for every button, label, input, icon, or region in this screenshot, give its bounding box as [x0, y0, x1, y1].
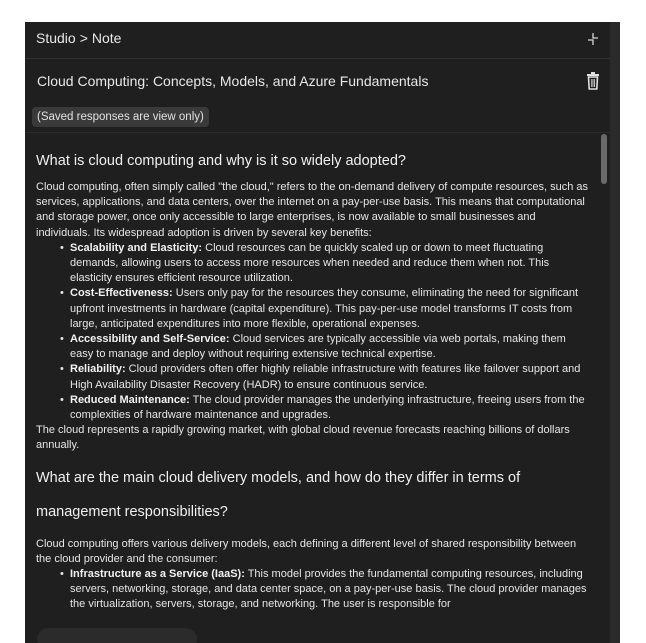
- trash-icon: [587, 72, 599, 90]
- list-item-label: Accessibility and Self-Service:: [70, 333, 230, 346]
- list-item: • Reduced Maintenance: The cloud provider…: [60, 393, 588, 423]
- bullet-icon: •: [60, 241, 64, 254]
- bullet-icon: •: [60, 333, 64, 346]
- list-item-label: Reduced Maintenance:: [70, 393, 190, 406]
- list-item-label: Cost-Effectiveness:: [70, 287, 173, 300]
- bottom-bar: [25, 622, 610, 643]
- section-paragraph: Cloud computing, often simply called "th…: [36, 181, 588, 239]
- delivery-models-list: • Infrastructure as a Service (IaaS): Thi…: [36, 567, 588, 613]
- note-panel: Studio > Note Cloud Computing: Concepts, M…: [25, 22, 610, 643]
- bullet-icon: •: [60, 287, 64, 300]
- list-item-label: Infrastructure as a Service (IaaS):: [70, 568, 245, 581]
- list-item-label: Scalability and Elasticity:: [70, 241, 203, 254]
- section-paragraph: The cloud represents a rapidly growing m…: [36, 424, 570, 452]
- breadcrumb-separator: >: [79, 30, 88, 46]
- note-content[interactable]: What is cloud computing and why is it so…: [25, 132, 610, 623]
- list-item: • Infrastructure as a Service (IaaS): Thi…: [60, 567, 588, 613]
- bullet-icon: •: [60, 363, 64, 376]
- breadcrumb-current: Note: [91, 30, 122, 46]
- bullet-icon: •: [60, 393, 64, 406]
- delete-note-button[interactable]: [584, 71, 602, 91]
- scrollbar-thumb[interactable]: [601, 134, 607, 184]
- benefits-list: • Scalability and Elasticity: Cloud resou…: [36, 241, 588, 423]
- list-item: • Scalability and Elasticity: Cloud resou…: [60, 241, 588, 287]
- section-paragraph: Cloud computing offers various delivery …: [36, 537, 577, 565]
- bullet-icon: •: [60, 568, 64, 581]
- side-rail: [610, 22, 620, 643]
- bottom-action-pill[interactable]: [37, 628, 197, 643]
- note-header: Cloud Computing: Concepts, Models, and A…: [25, 59, 610, 104]
- collapse-button[interactable]: [584, 30, 602, 48]
- breadcrumb-bar: Studio > Note: [25, 22, 610, 58]
- list-item: • Cost-Effectiveness: Users only pay for …: [60, 286, 588, 332]
- note-title: Cloud Computing: Concepts, Models, and A…: [37, 73, 429, 89]
- list-item-label: Reliability:: [70, 363, 126, 376]
- list-item: • Reliability: Cloud providers often offe…: [60, 362, 588, 392]
- collapse-content-icon: [588, 33, 598, 45]
- section-heading: What is cloud computing and why is it so…: [36, 153, 406, 169]
- content-scrollbar[interactable]: [598, 132, 610, 622]
- breadcrumb-studio-link[interactable]: Studio: [36, 30, 76, 46]
- section-heading: What are the main cloud delivery models,…: [36, 469, 521, 520]
- list-item-text: Cloud providers often offer highly relia…: [70, 363, 581, 391]
- note-body: What is cloud computing and why is it so…: [36, 151, 588, 613]
- saved-response-badge: (Saved responses are view only): [32, 107, 209, 127]
- list-item: • Accessibility and Self-Service: Cloud s…: [60, 332, 588, 362]
- breadcrumb: Studio > Note: [36, 30, 121, 46]
